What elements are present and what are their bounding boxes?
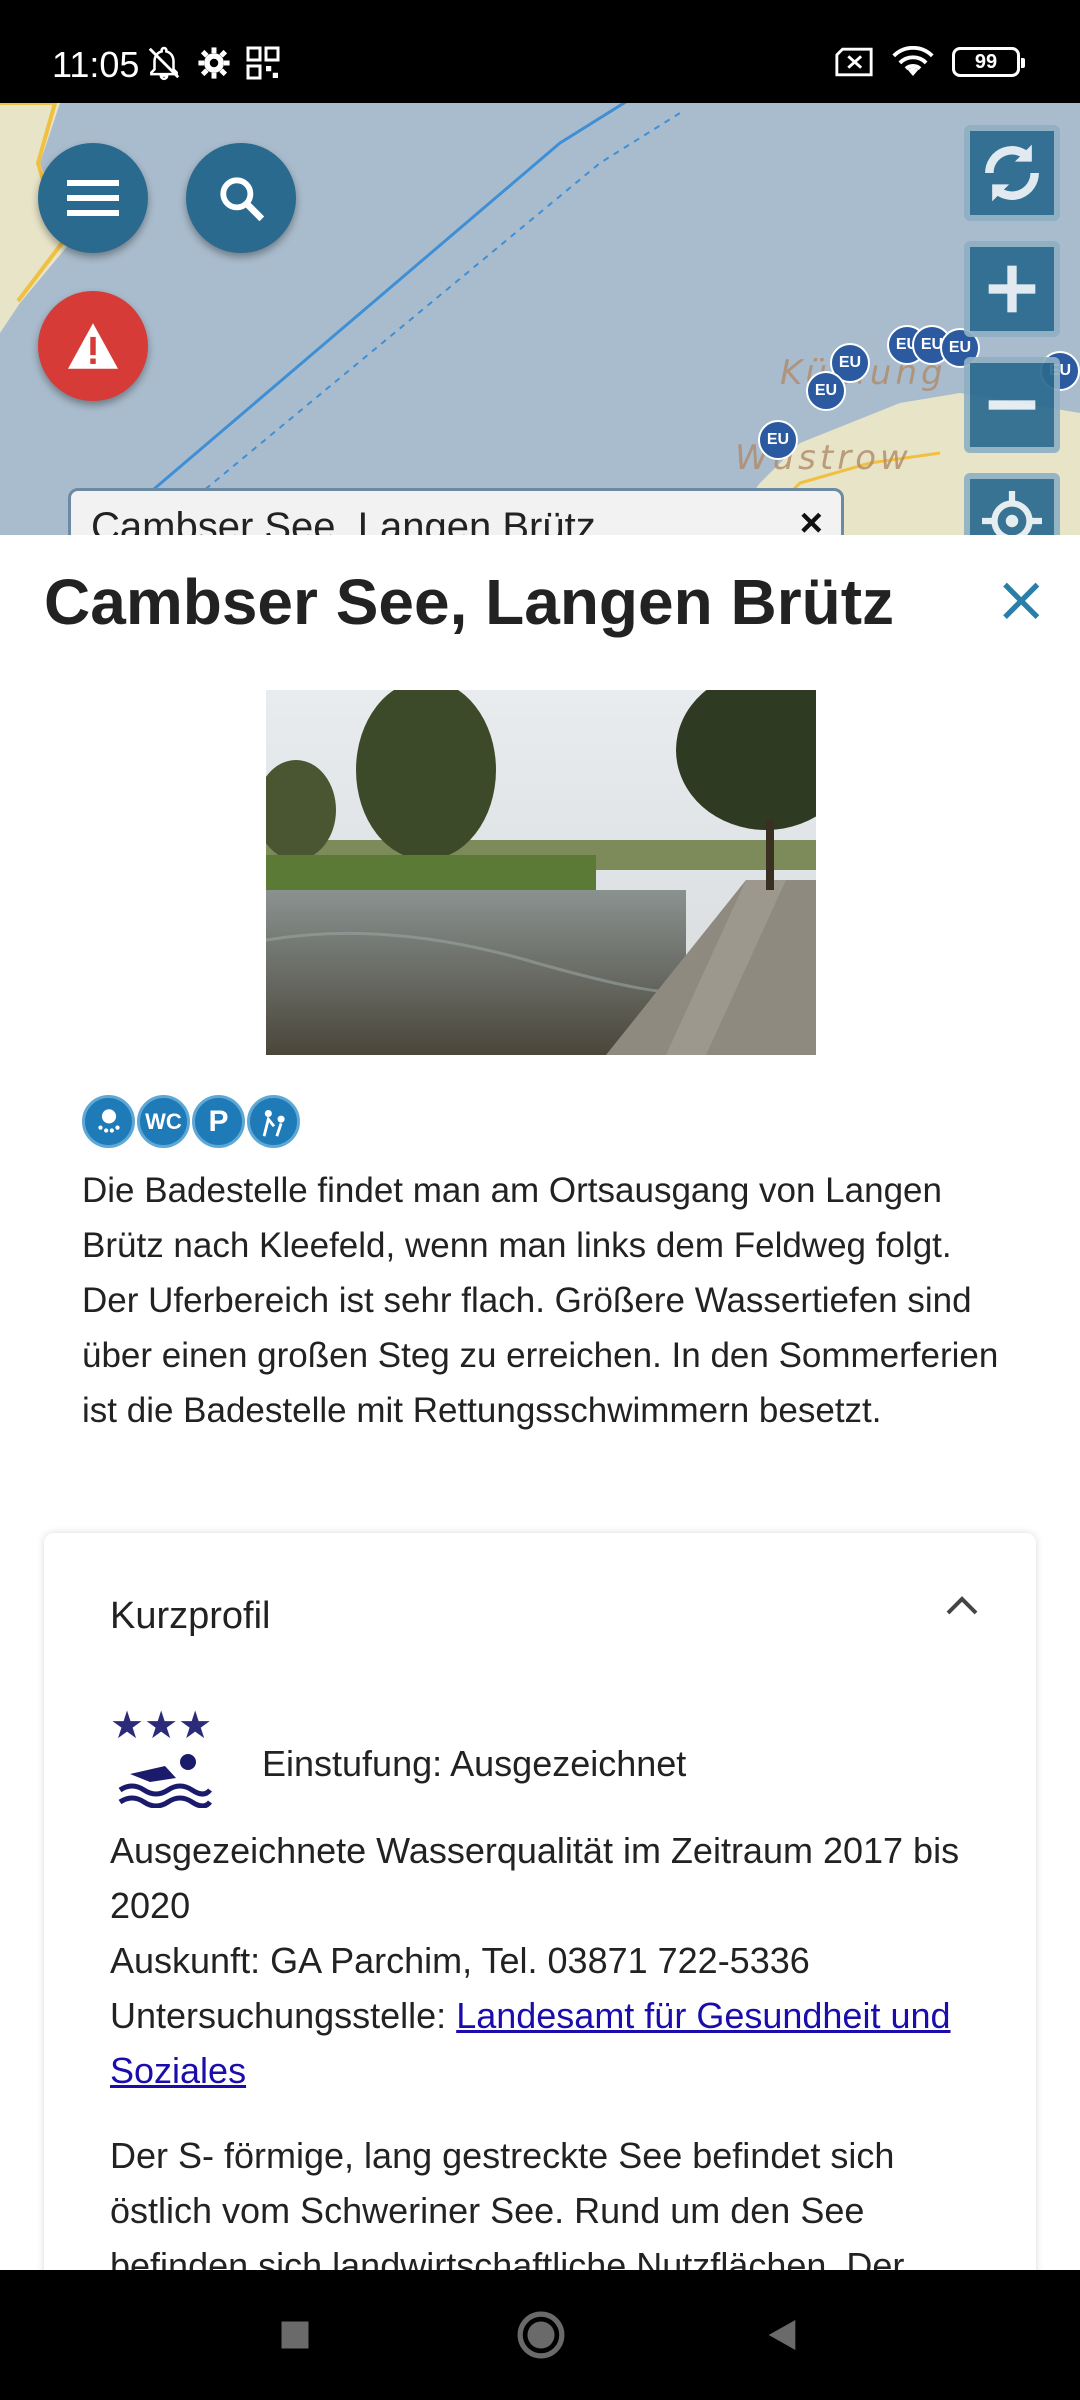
lake-description: Der S- förmige, lang gestreckte See befi… — [110, 2135, 905, 2270]
zoom-out-button[interactable] — [964, 357, 1060, 453]
gear-icon — [198, 47, 230, 79]
battery-indicator: 99 — [952, 47, 1025, 77]
kurzprofil-header[interactable]: Kurzprofil — [110, 1595, 271, 1638]
rating-label: Einstufung: Ausgezeichnet — [262, 1743, 687, 1784]
home-icon[interactable] — [516, 2310, 566, 2360]
bathing-site-marker[interactable]: EU — [806, 371, 846, 411]
status-bar: 11:05 99 — [0, 0, 1080, 103]
amenity-icons: WC P — [82, 1095, 300, 1148]
kurzprofil-body: Ausgezeichnete Wasserqualität im Zeitrau… — [110, 1823, 990, 2270]
lake-photo-illustration — [266, 690, 816, 1055]
minus-icon — [988, 400, 1036, 410]
refresh-button[interactable] — [964, 125, 1060, 221]
site-photo — [266, 690, 816, 1055]
search-button[interactable] — [186, 143, 296, 253]
status-icons-right: 99 — [834, 46, 1025, 78]
playground-icon — [247, 1095, 300, 1148]
recents-icon[interactable] — [277, 2317, 313, 2353]
warning-button[interactable] — [38, 291, 148, 401]
no-sim-icon — [835, 47, 873, 77]
map-background — [0, 103, 1080, 535]
close-button[interactable]: × — [994, 563, 1048, 637]
swimmer-icon — [118, 1754, 212, 1809]
locate-button[interactable] — [964, 473, 1060, 535]
chevron-up-icon[interactable] — [944, 1593, 980, 1617]
site-description: Die Badestelle findet man am Ortsausgang… — [82, 1171, 999, 1430]
rating-stars: ★★★ — [110, 1705, 213, 1747]
menu-icon — [67, 180, 119, 216]
battery-level: 99 — [974, 50, 998, 73]
quality-rating: ★★★ — [110, 1703, 220, 1813]
detail-sheet: Cambser See, Langen Brütz × WC P Die Bad… — [0, 535, 1080, 2270]
back-icon[interactable] — [762, 2315, 802, 2355]
system-nav-bar — [0, 2270, 1080, 2400]
map-view[interactable]: Kühlung Wustrow EU EU EU EU EU EU EU — [0, 103, 1080, 535]
refresh-icon — [985, 144, 1039, 202]
crosshair-icon — [982, 491, 1042, 535]
water-quality-text: Ausgezeichnete Wasserqualität im Zeitrau… — [110, 1830, 960, 1926]
kurzprofil-card: Kurzprofil ★★★ Einstufung: Ausgezeichnet… — [44, 1533, 1036, 2270]
bell-off-icon — [148, 46, 180, 81]
status-icons-left — [145, 44, 281, 82]
bathing-site-marker[interactable]: EU — [758, 420, 798, 460]
shower-icon — [82, 1095, 135, 1148]
page-title: Cambser See, Langen Brütz — [44, 566, 894, 638]
status-time: 11:05 — [52, 44, 140, 85]
zoom-in-button[interactable] — [964, 241, 1060, 337]
search-icon — [220, 177, 265, 222]
contact-info: Auskunft: GA Parchim, Tel. 03871 722-533… — [110, 1940, 810, 1981]
plus-icon — [988, 265, 1036, 313]
wifi-icon — [892, 46, 934, 76]
warning-icon — [68, 323, 118, 369]
wc-icon: WC — [137, 1095, 190, 1148]
menu-button[interactable] — [38, 143, 148, 253]
parking-icon: P — [192, 1095, 245, 1148]
lab-label: Untersuchungsstelle: — [110, 1995, 457, 2036]
grid-icon — [246, 46, 280, 80]
